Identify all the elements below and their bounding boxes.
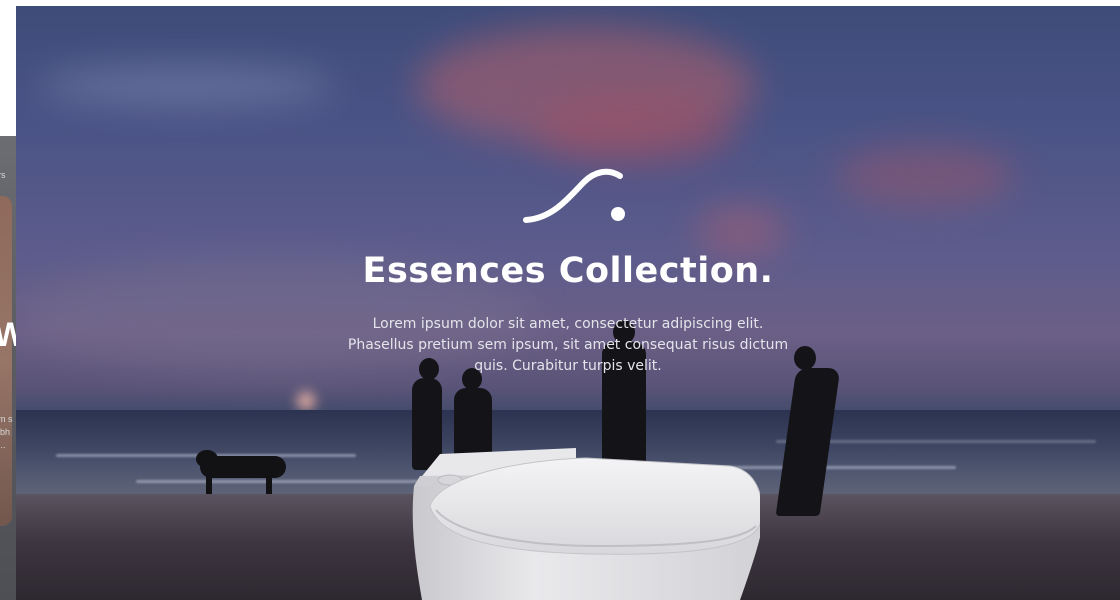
left-slide-card: rs W m s ibh ... <box>0 136 16 600</box>
left-slide-text: m s <box>0 414 13 424</box>
swoosh-dot-logo-icon <box>523 168 625 223</box>
hero-description: Lorem ipsum dolor sit amet, consectetur … <box>334 314 802 377</box>
left-slide-image <box>0 196 12 526</box>
sky-cloud <box>536 96 736 166</box>
hero-description-line: Lorem ipsum dolor sit amet, consectetur … <box>372 316 764 332</box>
hero-slide: Essences Collection. Lorem ipsum dolor s… <box>16 6 1120 600</box>
hero-description-line: quis. Curabitur turpis velit. <box>474 358 662 374</box>
left-adjacent-slide: rs W m s ibh ... <box>0 0 16 600</box>
left-slide-text: ibh <box>0 427 11 437</box>
sky-cloud <box>836 146 1016 206</box>
dog-silhouette <box>196 450 218 468</box>
left-slide-heading: W <box>0 316 16 355</box>
dog-silhouette <box>266 474 272 494</box>
left-slide-text: rs <box>0 170 6 180</box>
dog-silhouette <box>206 474 212 494</box>
toilet-image <box>412 448 760 600</box>
hero-title: Essences Collection. <box>362 251 774 291</box>
sky-cloud <box>696 206 786 256</box>
left-slide-text: ... <box>0 440 6 450</box>
sky-cloud <box>36 66 336 106</box>
sun-glow <box>297 392 315 410</box>
hero-description-line: Phasellus pretium sem ipsum, sit amet co… <box>347 337 789 353</box>
